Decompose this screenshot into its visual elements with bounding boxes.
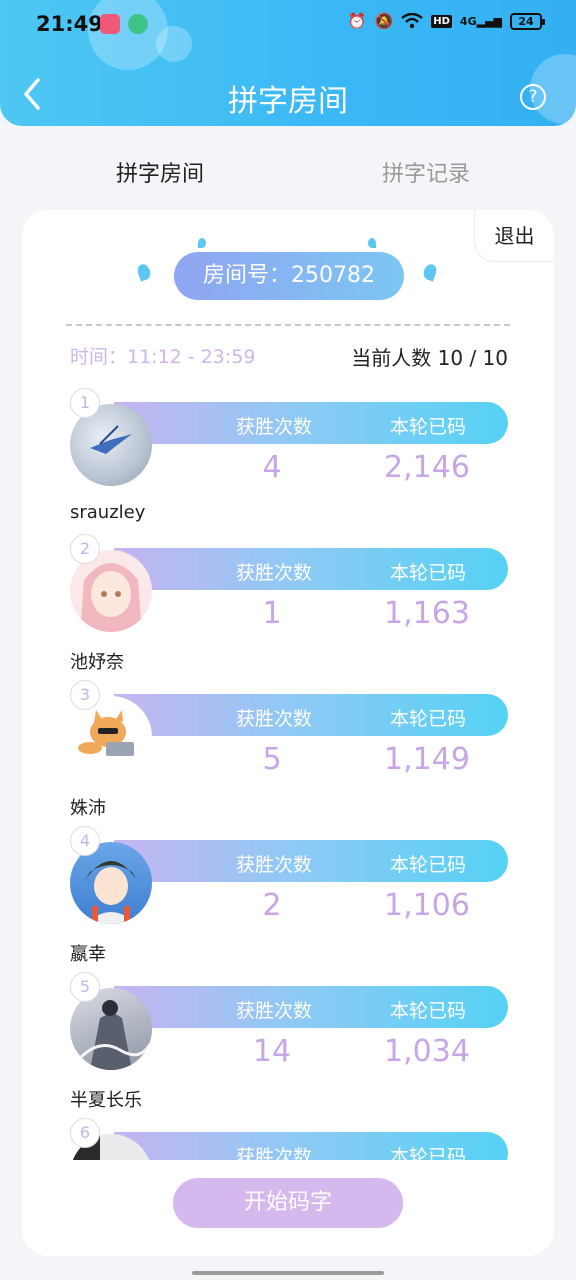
wins-header: 获胜次数 — [236, 1146, 313, 1160]
chat-notification-icon — [128, 14, 148, 34]
tab-bar: 拼字房间 拼字记录 — [0, 156, 576, 192]
wins-header: 获胜次数 — [236, 562, 313, 584]
decor-drop — [198, 238, 206, 248]
rank-badge: 2 — [70, 534, 100, 564]
home-indicator[interactable] — [192, 1271, 384, 1275]
network-label: 4G — [459, 14, 477, 28]
room-number-badge: 房间号：250782 — [174, 252, 404, 300]
rank-badge: 6 — [70, 1118, 100, 1148]
decor-drop — [421, 262, 439, 282]
player-row: 获胜次数 本轮已码 3 5 1,149 姝沛 — [22, 680, 554, 826]
wins-header: 获胜次数 — [236, 708, 313, 730]
room-time: 时间：11:12 - 23:59 — [70, 346, 256, 368]
app-notification-icon — [100, 14, 120, 34]
chars-value: 1,163 — [384, 596, 470, 631]
hd-icon: HD — [431, 14, 452, 28]
signal-icon: 4G▂▄▆ — [459, 14, 502, 28]
tab-room[interactable]: 拼字房间 — [116, 156, 204, 188]
chars-header: 本轮已码 — [390, 562, 467, 584]
status-time: 21:49 — [36, 12, 103, 36]
chars-value: 1,106 — [384, 888, 470, 923]
status-bar: 21:49 ⏰ 🔕 HD 4G▂▄▆ 24 — [0, 0, 576, 52]
tab-records[interactable]: 拼字记录 — [382, 156, 470, 188]
rank-badge: 1 — [70, 388, 100, 418]
player-name: 池妤奈 — [70, 652, 124, 673]
wifi-icon — [401, 13, 423, 29]
player-list[interactable]: 获胜次数 本轮已码 1 4 2,146 srauzley 获胜次数 本轮已码 2… — [22, 388, 554, 1160]
chars-header: 本轮已码 — [390, 854, 467, 876]
chars-header: 本轮已码 — [390, 416, 467, 438]
player-count: 当前人数 10 / 10 — [351, 346, 508, 370]
wins-header: 获胜次数 — [236, 1000, 313, 1022]
page-title: 拼字房间 — [228, 84, 348, 119]
chars-header: 本轮已码 — [390, 1000, 467, 1022]
player-row: 获胜次数 本轮已码 6 — [22, 1118, 554, 1160]
battery-icon: 24 — [510, 12, 545, 30]
wins-value: 4 — [262, 450, 282, 485]
wins-header: 获胜次数 — [236, 854, 313, 876]
rank-badge: 4 — [70, 826, 100, 856]
player-row: 获胜次数 本轮已码 1 4 2,146 srauzley — [22, 388, 554, 534]
player-name: 嬴幸 — [70, 944, 106, 965]
player-name: 姝沛 — [70, 798, 106, 819]
wins-value: 14 — [252, 1034, 292, 1069]
room-card: 退出 房间号：250782 时间：11:12 - 23:59 当前人数 10 /… — [22, 210, 554, 1256]
rank-badge: 3 — [70, 680, 100, 710]
alarm-icon: ⏰ — [347, 12, 367, 30]
wins-value: 2 — [262, 888, 282, 923]
player-row: 获胜次数 本轮已码 4 2 1,106 嬴幸 — [22, 826, 554, 972]
wins-value: 1 — [262, 596, 282, 631]
start-typing-button[interactable]: 开始码字 — [173, 1178, 403, 1228]
app-header: 21:49 ⏰ 🔕 HD 4G▂▄▆ 24 拼字房间 ? — [0, 0, 576, 126]
help-icon[interactable]: ? — [520, 84, 546, 110]
player-name: srauzley — [70, 502, 146, 523]
chars-value: 1,149 — [384, 742, 470, 777]
mute-icon: 🔕 — [374, 12, 394, 30]
chars-header: 本轮已码 — [390, 1146, 467, 1160]
wins-header: 获胜次数 — [236, 416, 313, 438]
player-row: 获胜次数 本轮已码 2 1 1,163 池妤奈 — [22, 534, 554, 680]
player-name: 半夏长乐 — [70, 1090, 142, 1111]
rank-badge: 5 — [70, 972, 100, 1002]
chars-value: 1,034 — [384, 1034, 470, 1069]
player-row: 获胜次数 本轮已码 5 14 1,034 半夏长乐 — [22, 972, 554, 1118]
decor-drop — [135, 262, 153, 282]
chars-value: 2,146 — [384, 450, 470, 485]
divider — [66, 324, 510, 326]
decor-drop — [368, 238, 376, 248]
exit-button[interactable]: 退出 — [474, 210, 554, 262]
wins-value: 5 — [262, 742, 282, 777]
chars-header: 本轮已码 — [390, 708, 467, 730]
